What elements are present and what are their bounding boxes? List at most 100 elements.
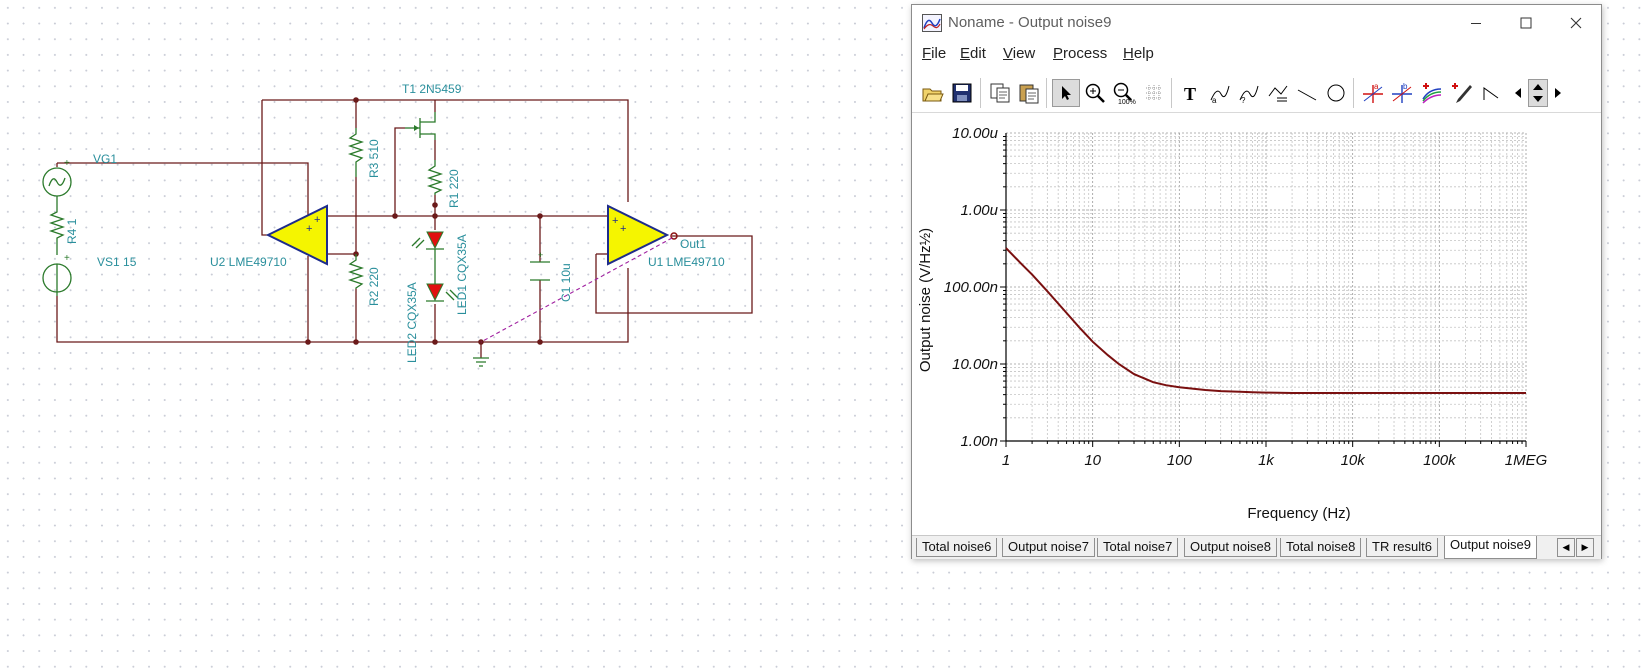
pen-icon bbox=[1452, 83, 1472, 103]
scroll-up-down-button[interactable] bbox=[1528, 79, 1548, 107]
tab-tr-result6[interactable]: TR result6 bbox=[1366, 538, 1438, 557]
cursor-a-red-button[interactable]: a bbox=[1359, 79, 1387, 107]
save-icon bbox=[952, 83, 972, 103]
copy-icon bbox=[990, 83, 1010, 103]
marker-button[interactable] bbox=[1477, 79, 1505, 107]
y-tick-label: 10.00n bbox=[952, 356, 998, 373]
tab-output-noise8[interactable]: Output noise8 bbox=[1184, 538, 1277, 557]
svg-text:a: a bbox=[1374, 82, 1379, 91]
out1-label: Out1 bbox=[680, 237, 706, 251]
menu-help-accel: H bbox=[1123, 45, 1134, 62]
vg1-label: VG1 bbox=[93, 152, 117, 166]
open-button[interactable] bbox=[919, 79, 947, 107]
r1-label: R1 220 bbox=[447, 169, 461, 208]
vs1-source[interactable]: + bbox=[42, 253, 72, 296]
zoom-in-button[interactable] bbox=[1081, 79, 1109, 107]
menu-help[interactable]: Help bbox=[1123, 45, 1154, 62]
menu-file-label: ile bbox=[931, 45, 947, 62]
tab-scroll-right[interactable]: ▶ bbox=[1576, 538, 1594, 557]
y-tick-label: 10.00u bbox=[952, 125, 999, 142]
menu-file-accel: F bbox=[922, 45, 932, 62]
ellipse-button[interactable] bbox=[1322, 79, 1350, 107]
svg-text:+: + bbox=[612, 215, 618, 227]
cursor-b-blue-button[interactable]: b bbox=[1388, 79, 1416, 107]
pointer-button[interactable] bbox=[1052, 79, 1080, 107]
cursor-b-button[interactable]: ? bbox=[1235, 79, 1263, 107]
r4-label: R4 1 bbox=[65, 218, 79, 244]
y-tick-label: 1.00n bbox=[960, 433, 998, 450]
tab-scroll-left[interactable]: ◀ bbox=[1557, 538, 1575, 557]
line-icon bbox=[1297, 89, 1317, 101]
y-tick-label: 1.00u bbox=[960, 202, 998, 219]
pointer-icon bbox=[1062, 86, 1071, 100]
scroll-up-down-icon bbox=[1533, 84, 1543, 102]
menu-bar: File Edit View Process Help bbox=[912, 42, 1601, 66]
window-title: Noname - Output noise9 bbox=[948, 14, 1112, 31]
menu-edit-label: dit bbox=[970, 45, 986, 62]
menu-file[interactable]: File bbox=[922, 45, 946, 62]
c1-capacitor[interactable]: + bbox=[530, 250, 550, 281]
r2-label: R2 220 bbox=[367, 267, 381, 306]
y-tick-label: 100.00n bbox=[944, 279, 998, 296]
scroll-right-icon bbox=[1555, 88, 1561, 98]
tab-total-noise6[interactable]: Total noise6 bbox=[916, 538, 998, 557]
out1-probe[interactable] bbox=[480, 232, 678, 343]
menu-edit-accel: E bbox=[960, 45, 971, 62]
text-icon: T bbox=[1184, 84, 1196, 103]
close-button[interactable] bbox=[1551, 5, 1601, 41]
tab-output-noise7[interactable]: Output noise7 bbox=[1002, 538, 1095, 557]
tab-total-noise8[interactable]: Total noise8 bbox=[1280, 538, 1362, 557]
led1-label: LED1 CQX35A bbox=[455, 234, 469, 315]
r1-resistor[interactable] bbox=[426, 160, 444, 195]
scroll-left-button[interactable] bbox=[1509, 79, 1527, 107]
svg-text:T: T bbox=[1184, 84, 1196, 103]
line-button[interactable] bbox=[1293, 79, 1321, 107]
save-button[interactable] bbox=[948, 79, 976, 107]
x-tick-label: 10 bbox=[1084, 452, 1101, 469]
svg-text:+: + bbox=[64, 158, 70, 169]
copy-button[interactable] bbox=[986, 79, 1014, 107]
t1-transistor[interactable] bbox=[405, 112, 436, 140]
r2-resistor[interactable] bbox=[347, 254, 365, 289]
cursor-b-blue-icon: b bbox=[1392, 82, 1412, 103]
svg-text:?: ? bbox=[1241, 96, 1246, 104]
r3-resistor[interactable] bbox=[347, 128, 365, 177]
curve-button[interactable] bbox=[1419, 79, 1447, 107]
menu-view-label: iew bbox=[1012, 45, 1036, 62]
result-tab-bar: Total noise6 Output noise7 Total noise7 Out… bbox=[912, 535, 1601, 559]
cursor-a-red-icon: a bbox=[1363, 82, 1383, 103]
marker-icon bbox=[1483, 87, 1499, 100]
maximize-button[interactable] bbox=[1501, 5, 1551, 41]
pen-button[interactable] bbox=[1448, 79, 1476, 107]
r4-resistor[interactable] bbox=[48, 207, 66, 255]
scroll-right-button[interactable] bbox=[1549, 79, 1567, 107]
cursor-a-button[interactable]: a bbox=[1206, 79, 1234, 107]
led2-diode[interactable] bbox=[426, 266, 459, 302]
chart-grid bbox=[1005, 132, 1527, 442]
menu-edit[interactable]: Edit bbox=[960, 45, 986, 62]
cursor-a-icon: a bbox=[1210, 85, 1230, 104]
scroll-left-icon bbox=[1515, 88, 1521, 98]
menu-view[interactable]: View bbox=[1003, 45, 1035, 62]
title-bar[interactable]: Noname - Output noise9 bbox=[912, 5, 1601, 41]
noise-chart[interactable]: 10.00u 1.00u 100.00n 10.00n 1.00n 1 10 100 1k 10… bbox=[912, 117, 1601, 531]
led1-diode[interactable] bbox=[411, 231, 444, 266]
x-tick-label: 1 bbox=[1002, 452, 1010, 469]
minimize-button[interactable] bbox=[1451, 5, 1501, 41]
schematic-canvas[interactable]: + + + + + + + VG1 R4 1 VS1 15 U2 LME4971… bbox=[0, 0, 900, 672]
fit-button[interactable] bbox=[1264, 79, 1292, 107]
svg-text:b: b bbox=[1403, 82, 1408, 91]
tab-total-noise7[interactable]: Total noise7 bbox=[1097, 538, 1179, 557]
tab-right-icon: ▶ bbox=[1581, 542, 1589, 552]
diagram-window[interactable]: Noname - Output noise9 File Edit View Pr… bbox=[911, 4, 1602, 559]
open-icon bbox=[922, 88, 944, 102]
tab-output-noise9[interactable]: Output noise9 bbox=[1444, 536, 1537, 559]
text-button[interactable]: T bbox=[1177, 79, 1205, 107]
grid-button[interactable] bbox=[1140, 79, 1168, 107]
cursor-b-icon: ? bbox=[1239, 85, 1259, 104]
svg-text:a: a bbox=[1212, 96, 1217, 104]
svg-text:+: + bbox=[64, 253, 70, 264]
zoom-100-button[interactable]: 100% bbox=[1110, 79, 1138, 107]
paste-button[interactable] bbox=[1015, 79, 1043, 107]
menu-process[interactable]: Process bbox=[1053, 45, 1107, 62]
